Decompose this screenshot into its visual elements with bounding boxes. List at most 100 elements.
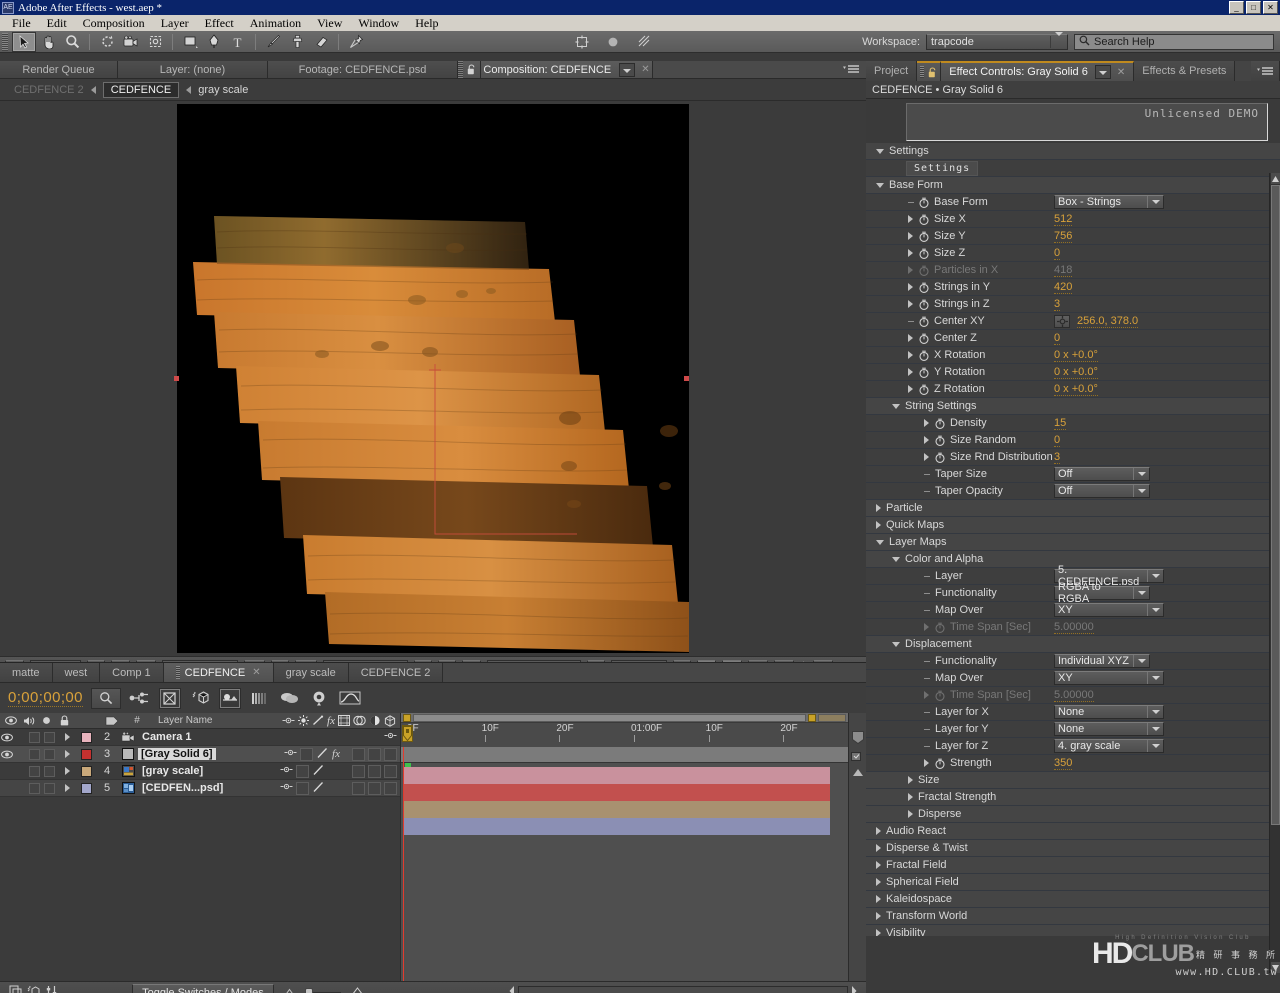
property-row-layer-for-z[interactable]: Layer for Z4. gray scale <box>866 738 1280 755</box>
search-layers-icon[interactable] <box>91 688 121 709</box>
transparency-grid-icon[interactable] <box>632 32 656 52</box>
timeline-layer-row[interactable]: 3[Gray Solid 6]fx <box>0 746 400 763</box>
frame-blending-icon[interactable] <box>219 688 241 709</box>
viewer-tab-render-queue[interactable]: Render Queue <box>0 61 118 78</box>
composition-canvas[interactable] <box>177 104 689 653</box>
property-value[interactable]: 256.0, 378.0 <box>1077 315 1138 328</box>
current-time-indicator-head[interactable] <box>402 725 413 742</box>
stopwatch-center-xy[interactable] <box>919 316 929 327</box>
property-value[interactable]: 15 <box>1054 417 1066 430</box>
brush-tool[interactable] <box>261 32 285 52</box>
property-row-settings-btn[interactable]: Settings <box>866 160 1280 177</box>
hide-shy-layers-icon[interactable] <box>189 688 211 709</box>
workspace-dropdown[interactable]: trapcode <box>926 34 1068 50</box>
property-row-size[interactable]: Size <box>866 772 1280 789</box>
lock-panel-icon[interactable] <box>463 61 481 78</box>
property-row-disp-time-span[interactable]: Time Span [Sec]5.00000 <box>866 687 1280 704</box>
graph-editor-icon[interactable] <box>339 688 361 709</box>
timeline-layer-row[interactable]: 5[CEDFEN...psd] <box>0 780 400 797</box>
effect-tab-project[interactable]: Project <box>866 61 917 81</box>
property-row-density[interactable]: Density15 <box>866 415 1280 432</box>
menu-item-composition[interactable]: Composition <box>75 15 153 31</box>
scroll-right-arrow[interactable] <box>848 983 860 993</box>
property-row-ca-map-over[interactable]: Map OverXY <box>866 602 1280 619</box>
effect-tab-chevron-down-icon[interactable] <box>1095 65 1111 79</box>
menu-item-view[interactable]: View <box>309 15 350 31</box>
comp-flowchart-small-icon[interactable] <box>9 985 22 993</box>
layer-quality-switch[interactable] <box>316 747 329 762</box>
stopwatch-size-y[interactable] <box>919 231 929 242</box>
center-xy-picker-button[interactable] <box>1054 315 1070 328</box>
twirl-ca-time-span[interactable] <box>924 623 929 631</box>
dropdown-ca-functionality[interactable]: RGBA to RGBA <box>1054 586 1150 600</box>
layer-adjustment-switch[interactable] <box>368 765 381 778</box>
layer-fx-badge[interactable]: fx <box>332 748 340 760</box>
property-row-disp-functionality[interactable]: FunctionalityIndividual XYZ <box>866 653 1280 670</box>
work-area-end-handle[interactable] <box>808 714 816 722</box>
toolbar-grip[interactable] <box>2 33 8 51</box>
scrollbar-up-arrow[interactable] <box>1271 173 1280 184</box>
effect-panel-menu-icon[interactable] <box>1251 61 1280 81</box>
comp-marker-icon[interactable] <box>851 731 864 744</box>
rotation-tool[interactable] <box>95 32 119 52</box>
timeline-horizontal-scrollbar[interactable] <box>518 986 848 993</box>
close-button[interactable]: ✕ <box>1263 1 1278 14</box>
property-row-layer-maps[interactable]: Layer Maps <box>866 534 1280 551</box>
property-value[interactable]: 0 x +0.0° <box>1054 366 1098 379</box>
property-value[interactable]: 0 <box>1054 332 1060 345</box>
viewer-tab-layer-none[interactable]: Layer: (none) <box>118 61 268 78</box>
layer-twirl-arrow[interactable] <box>58 763 76 779</box>
layer-preview-icon[interactable] <box>851 750 864 763</box>
layer-duration-bar[interactable] <box>404 784 830 801</box>
property-value[interactable]: 0 <box>1054 247 1060 260</box>
layer-label-swatch[interactable] <box>76 746 96 762</box>
menu-item-edit[interactable]: Edit <box>39 15 75 31</box>
menu-item-effect[interactable]: Effect <box>197 15 242 31</box>
property-row-fractal-field[interactable]: Fractal Field <box>866 857 1280 874</box>
selection-tool[interactable] <box>12 32 36 52</box>
layer-label-swatch[interactable] <box>76 780 96 796</box>
dropdown-taper-opacity[interactable]: Off <box>1054 484 1150 498</box>
layer-visibility-toggle[interactable] <box>0 746 14 762</box>
twirl-visibility[interactable] <box>876 929 881 936</box>
stopwatch-center-z[interactable] <box>919 333 929 344</box>
property-value[interactable]: 5.00000 <box>1054 621 1094 634</box>
timeline-marker-strip[interactable] <box>401 747 848 763</box>
left-resize-handle[interactable] <box>174 376 179 381</box>
property-row-transform-world[interactable]: Transform World <box>866 908 1280 925</box>
twirl-settings[interactable] <box>876 149 884 154</box>
property-value[interactable]: 756 <box>1054 230 1072 243</box>
layer-name[interactable]: [Gray Solid 6] <box>138 748 216 760</box>
twirl-x-rotation[interactable] <box>908 351 913 359</box>
twirl-size[interactable] <box>908 776 913 784</box>
layer-duration-bar[interactable] <box>404 818 830 835</box>
effect-controls-scrollbar[interactable] <box>1269 173 1280 973</box>
twirl-kaleidospace[interactable] <box>876 895 881 903</box>
layer-visibility-toggle[interactable] <box>0 729 14 745</box>
stopwatch-particles-in-x[interactable] <box>919 265 929 276</box>
timeline-track-grid[interactable] <box>400 747 848 981</box>
zoom-tool[interactable] <box>60 32 84 52</box>
layer-switches[interactable]: fx <box>284 746 400 762</box>
circle-icon[interactable] <box>601 32 625 52</box>
layer-effects-switch[interactable] <box>296 782 309 795</box>
twirl-base-form[interactable] <box>876 183 884 188</box>
layer-motion-blur-switch[interactable] <box>352 748 365 761</box>
property-value[interactable]: 0 x +0.0° <box>1054 383 1098 396</box>
pan-behind-tool[interactable] <box>143 32 167 52</box>
comp-nav-item-cedfence-2[interactable]: CEDFENCE 2 <box>14 84 84 96</box>
property-row-strings-in-y[interactable]: Strings in Y420 <box>866 279 1280 296</box>
property-row-layer-for-y[interactable]: Layer for YNone <box>866 721 1280 738</box>
current-time-indicator-line[interactable] <box>403 747 404 981</box>
twirl-disperse[interactable] <box>908 810 913 818</box>
dropdown-base-form-p[interactable]: Box - Strings <box>1054 195 1164 209</box>
layer-name[interactable]: [CEDFEN...psd] <box>138 782 223 794</box>
layer-adjustment-switch[interactable] <box>368 782 381 795</box>
stopwatch-size-z[interactable] <box>919 248 929 259</box>
layer-solo-toggle[interactable] <box>28 780 41 796</box>
twirl-center-z[interactable] <box>908 334 913 342</box>
layer-audio-toggle[interactable] <box>14 729 28 745</box>
layer-twirl-arrow[interactable] <box>58 729 76 745</box>
close-timeline-tab-icon[interactable]: ✕ <box>252 667 260 678</box>
work-area-start-handle[interactable] <box>403 714 411 722</box>
